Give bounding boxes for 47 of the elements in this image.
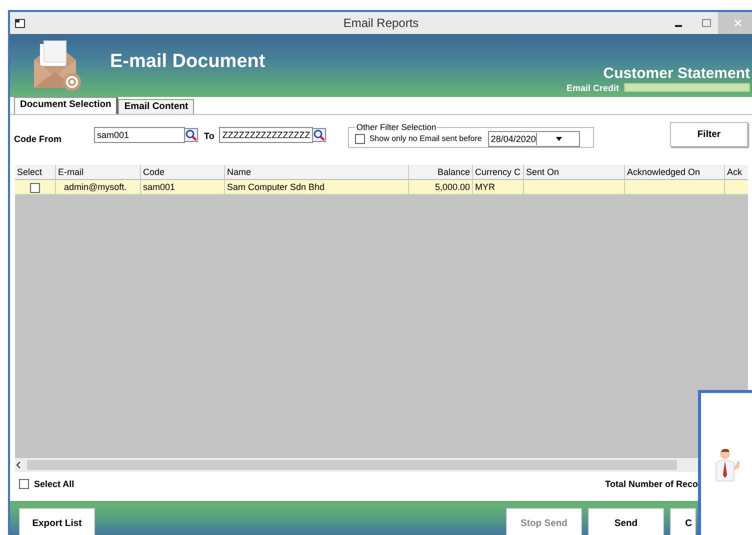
column-header[interactable]: Ack [725,165,748,180]
table-cell: sam001 [141,180,225,195]
column-header[interactable]: Balance [409,165,473,180]
code-from-label: Code From [14,134,63,144]
table-row[interactable]: admin@mysoft. sam001 Sam Computer Sdn Bhd 5,000.00 MYR [15,180,748,195]
column-header[interactable]: Currency C [473,165,524,180]
credit-label: Email Credit [566,82,619,92]
tab[interactable]: Email Content [118,99,194,114]
group-legend: Other Filter Selection [355,122,438,132]
code-to-field[interactable]: ZZZZZZZZZZZZZZZZ [219,127,314,143]
code-from-field[interactable]: sam001 [94,127,185,143]
action-button[interactable]: C [670,508,696,535]
table-cell: admin@mysoft. [56,180,141,195]
checkbox[interactable] [19,479,29,489]
action-button[interactable]: Send [588,508,664,535]
window-title: Email Reports [343,16,419,30]
date-field[interactable]: 28/04/2020 [488,130,580,146]
column-header[interactable]: Acknowledged On [625,165,725,180]
to-label: To [204,131,214,141]
scroll-left-icon[interactable] [15,461,23,469]
search-icon[interactable] [312,128,326,142]
checkbox-label: Select All [34,479,74,489]
column-header[interactable]: Code [141,165,225,180]
table-cell: 5,000.00 [409,180,473,195]
table-cell: MYR [473,180,524,195]
scrollbar-thumb[interactable] [27,460,677,470]
column-header[interactable]: Name [225,165,409,180]
column-header[interactable]: Sent On [524,165,625,180]
maximize-icon[interactable] [702,19,711,27]
search-icon[interactable] [184,128,198,142]
checkbox[interactable] [30,182,40,193]
app-icon [15,18,25,28]
dropdown-icon[interactable] [556,136,562,140]
total-label: Total Number of Reco [605,479,698,489]
column-header[interactable]: E-mail [56,165,141,180]
person-figure-icon [713,447,743,483]
checkbox[interactable] [355,134,366,144]
filter-button[interactable]: Filter [670,122,748,146]
report-title: Customer Statement [603,64,750,82]
action-button[interactable]: Export List [19,508,95,535]
header-title: E-mail Document [110,50,266,72]
envelope-icon [32,40,84,92]
column-header[interactable]: Select [15,165,56,180]
checkbox-label: Show only no Email sent before [369,134,482,143]
tab[interactable]: Document Selection [14,97,118,114]
close-icon [734,19,742,27]
table-cell: Sam Computer Sdn Bhd [225,180,409,195]
